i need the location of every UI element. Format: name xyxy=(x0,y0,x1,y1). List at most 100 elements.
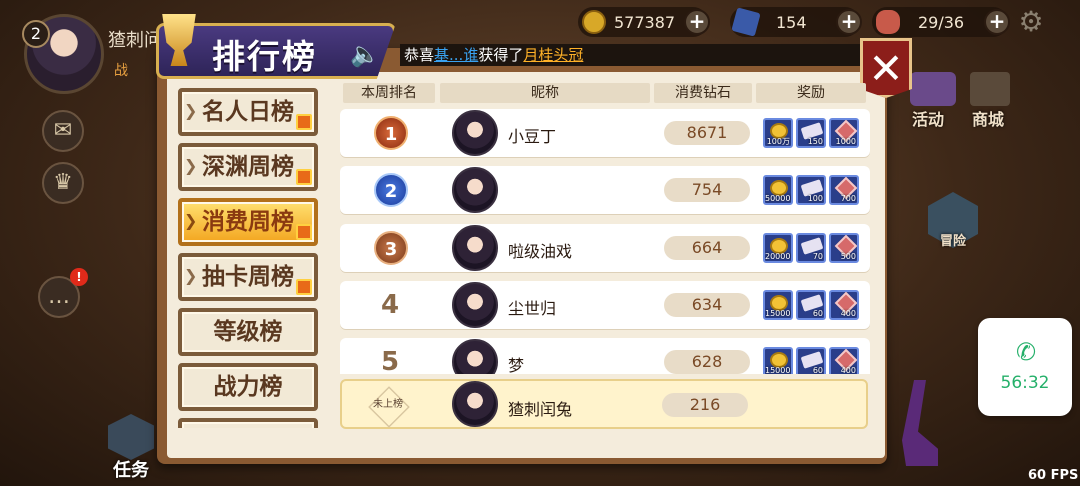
activity-icon[interactable] xyxy=(910,72,956,106)
gift-icon xyxy=(296,279,312,295)
gold-coin-icon xyxy=(582,10,606,34)
broadcast-marquee: 恭喜基...谁获得了月桂头冠 xyxy=(400,44,860,66)
diamond-spent: 628 xyxy=(664,350,750,374)
reward-gem[interactable]: 400 xyxy=(829,347,859,374)
reward-gem[interactable]: 400 xyxy=(829,290,859,320)
table-row[interactable]: 4 尘世归 634 150000 60 400 xyxy=(340,281,870,329)
chevron-right-icon: ❯ xyxy=(184,101,198,120)
bronze-medal-icon: 3 xyxy=(374,231,408,265)
rank-number: 5 xyxy=(380,347,400,374)
tab-more[interactable] xyxy=(178,418,318,428)
reward-gold[interactable]: 150000 xyxy=(763,347,793,374)
tab-abyss-weekly[interactable]: ❯ 深渊周榜 xyxy=(178,143,318,191)
chat-alert-icon: ! xyxy=(70,268,88,286)
fps-counter: 60 FPS xyxy=(1028,468,1079,483)
phone-icon: ✆ xyxy=(1016,338,1037,366)
mail-icon[interactable]: ✉ xyxy=(42,110,84,152)
table-row[interactable]: 5 梦 628 150000 60 400 xyxy=(340,338,870,374)
chevron-right-icon: ❯ xyxy=(184,211,198,230)
ranking-list[interactable]: 1 小豆丁 8671 100万 150 1000 2 754 500000 10… xyxy=(336,104,876,374)
reward-gem[interactable]: 1000 xyxy=(829,118,859,148)
player-nickname: 尘世归 xyxy=(508,299,557,318)
crystal-value: 154 xyxy=(776,12,807,32)
reward-ticket[interactable]: 60 xyxy=(796,290,826,320)
tab-power[interactable]: 战力榜 xyxy=(178,363,318,411)
gold-resource[interactable]: 577387 + xyxy=(578,7,710,37)
call-widget[interactable]: ✆ 56:32 xyxy=(978,318,1072,416)
column-header-reward: 奖励 xyxy=(756,83,866,103)
player-nickname: 啦级油戏 xyxy=(508,242,573,261)
purple-ribbon xyxy=(902,380,938,466)
table-row[interactable]: 1 小豆丁 8671 100万 150 1000 xyxy=(340,109,870,157)
add-crystal-button[interactable]: + xyxy=(836,9,862,35)
avatar xyxy=(452,339,498,374)
reward-ticket[interactable]: 70 xyxy=(796,233,826,263)
column-header-diamonds: 消费钻石 xyxy=(654,83,752,103)
chevron-right-icon: ❯ xyxy=(184,156,198,175)
diamond-spent: 634 xyxy=(664,293,750,317)
blue-crystal-icon xyxy=(731,7,761,37)
task-label: 任务 xyxy=(113,460,149,481)
task-icon xyxy=(108,414,154,460)
level-badge: 2 xyxy=(22,20,50,48)
gold-medal-icon: 1 xyxy=(374,116,408,150)
close-button[interactable]: ✕ xyxy=(860,38,912,98)
activity-label: 活动 xyxy=(912,110,945,129)
gold-value: 577387 xyxy=(614,12,676,32)
reward-gem[interactable]: 500 xyxy=(829,233,859,263)
table-row[interactable]: 2 754 500000 100 700 xyxy=(340,166,870,214)
avatar xyxy=(452,225,498,271)
diamond-spent: 8671 xyxy=(664,121,750,145)
task-button[interactable]: 任务 xyxy=(100,410,164,481)
reward-gem[interactable]: 700 xyxy=(829,175,859,205)
settings-gear-icon[interactable]: ⚙ xyxy=(1016,8,1046,38)
call-timer: 56:32 xyxy=(1000,373,1050,393)
add-gold-button[interactable]: + xyxy=(684,9,710,35)
leaderboard-tabs: ❯ 名人日榜 ❯ 深渊周榜 ❯ 消费周榜 ❯ 抽卡周榜 等级榜 战力榜 xyxy=(176,84,322,428)
reward-gold[interactable]: 100万 xyxy=(763,118,793,148)
tab-celebrity-daily[interactable]: ❯ 名人日榜 xyxy=(178,88,318,136)
page-title: 排行榜 xyxy=(212,37,317,76)
reward-ticket[interactable]: 60 xyxy=(796,347,826,374)
adventure-label: 冒险 xyxy=(940,234,967,249)
speaker-icon: 🔈 xyxy=(350,40,380,68)
reward-ticket[interactable]: 150 xyxy=(796,118,826,148)
stamina-resource[interactable]: 29/36 + xyxy=(872,7,1010,37)
my-nickname: 猹刺闰兔 xyxy=(508,400,573,419)
tab-gacha-weekly[interactable]: ❯ 抽卡周榜 xyxy=(178,253,318,301)
shop-icon[interactable] xyxy=(970,72,1010,106)
crystal-resource[interactable]: 154 + xyxy=(730,7,862,37)
player-nickname: 小豆丁 xyxy=(508,127,557,146)
add-stamina-button[interactable]: + xyxy=(984,9,1010,35)
gift-icon xyxy=(296,169,312,185)
column-header-rank: 本周排名 xyxy=(343,83,435,103)
stamina-value: 29/36 xyxy=(918,12,965,32)
diamond-spent: 664 xyxy=(664,236,750,260)
reward-gold[interactable]: 500000 xyxy=(763,175,793,205)
clan-label: 战 xyxy=(114,63,128,79)
rank-number: 4 xyxy=(380,290,400,320)
my-diamond-spent: 216 xyxy=(662,393,748,417)
my-rank-row xyxy=(340,379,868,429)
diamond-spent: 754 xyxy=(664,178,750,202)
reward-gold[interactable]: 200000 xyxy=(763,233,793,263)
trophy-icon[interactable]: ♛ xyxy=(42,162,84,204)
column-header-nickname: 昵称 xyxy=(440,83,650,103)
reward-gold[interactable]: 150000 xyxy=(763,290,793,320)
silver-medal-icon: 2 xyxy=(374,173,408,207)
my-rank-status: 未上榜 xyxy=(360,386,416,424)
shop-label: 商城 xyxy=(972,110,1005,129)
avatar xyxy=(452,167,498,213)
meat-stamina-icon xyxy=(876,10,900,34)
my-avatar xyxy=(452,381,498,427)
tab-spending-weekly[interactable]: ❯ 消费周榜 xyxy=(178,198,318,246)
gift-icon xyxy=(296,224,312,240)
reward-ticket[interactable]: 100 xyxy=(796,175,826,205)
table-row[interactable]: 3 啦级油戏 664 200000 70 500 xyxy=(340,224,870,272)
player-name-top: 猹刺问 xyxy=(108,30,162,51)
player-nickname: 梦 xyxy=(508,356,525,374)
gift-icon xyxy=(296,114,312,130)
avatar xyxy=(452,282,498,328)
avatar xyxy=(452,110,498,156)
tab-level[interactable]: 等级榜 xyxy=(178,308,318,356)
